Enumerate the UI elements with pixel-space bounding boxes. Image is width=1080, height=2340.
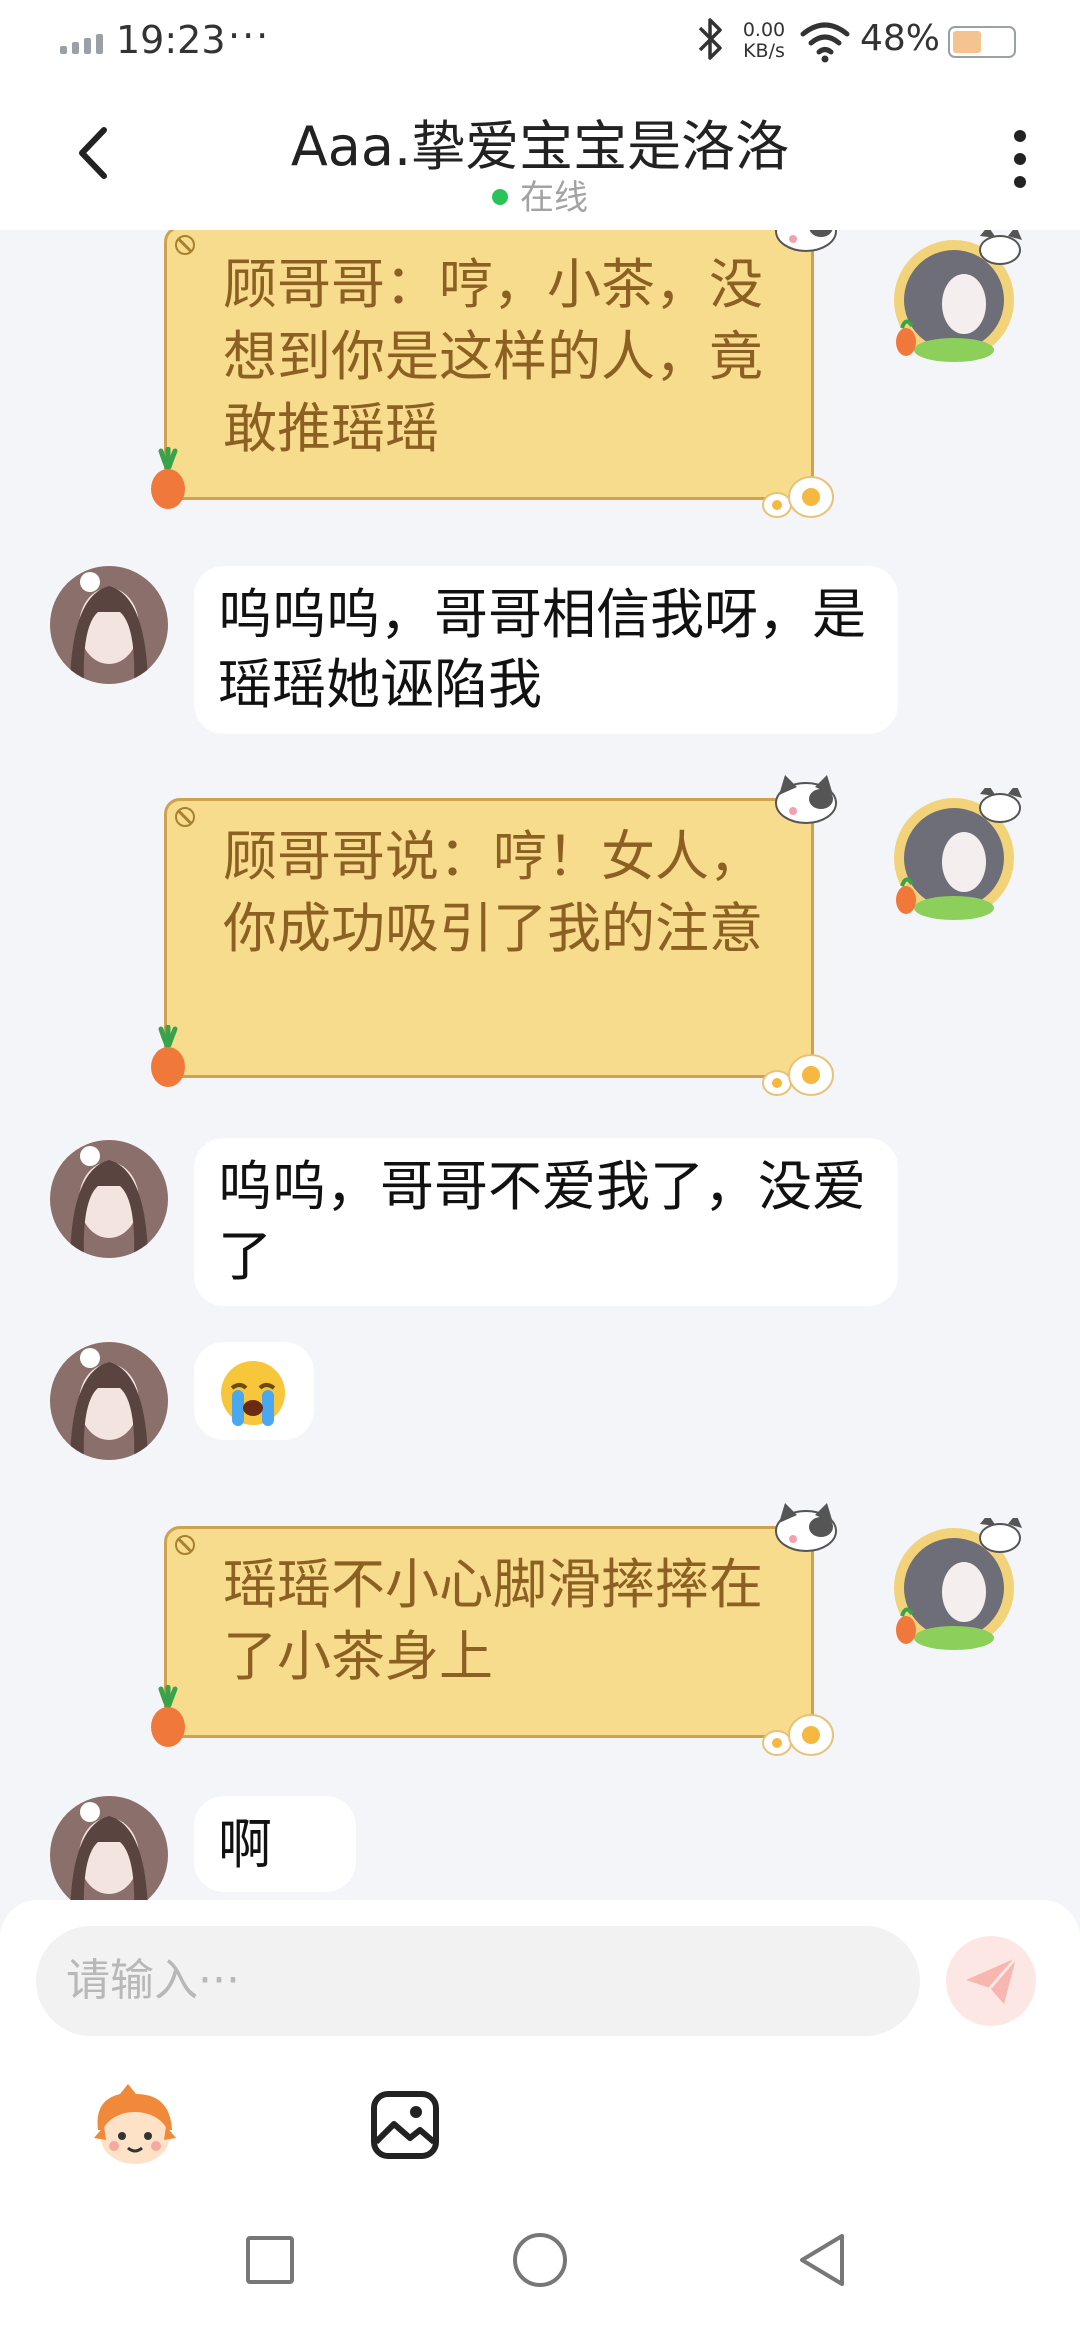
user-avatar[interactable] <box>50 566 168 684</box>
received-message-bubble[interactable]: 啊 ~ <box>194 1796 356 1900</box>
battery-percent: 48% <box>860 18 941 59</box>
status-bar: 19:23 ··· 0.00 KB/s 48% <box>0 0 1080 84</box>
received-message-bubble[interactable]: 呜呜呜，哥哥相信我呀，是瑶瑶她诬陷我 <box>194 566 898 734</box>
message-input[interactable]: 请输入··· <box>36 1926 920 2036</box>
message-list[interactable]: 顾哥哥：哼，小茶，没想到你是这样的人，竟敢推瑶瑶 呜呜呜，哥哥相信我呀，是瑶瑶她… <box>0 230 1080 1900</box>
battery-icon <box>948 26 1016 58</box>
narration-text: 顾哥哥说：哼！女人，你成功吸引了我的注意 <box>223 825 763 960</box>
wifi-icon <box>800 22 850 63</box>
ban-icon <box>175 235 195 255</box>
recent-apps-square-icon[interactable] <box>238 2228 302 2292</box>
cat-sticker-icon <box>775 775 837 824</box>
narrator-avatar[interactable] <box>884 788 1024 928</box>
paper-plane-icon <box>966 1957 1018 2004</box>
system-nav-bar <box>0 2180 1080 2340</box>
message-text: 啊 ~ <box>218 1813 272 1900</box>
home-circle-icon[interactable] <box>508 2228 572 2292</box>
cartoon-face-icon[interactable] <box>90 2080 180 2170</box>
carrot-sticker-icon <box>151 1685 185 1747</box>
received-message-bubble[interactable]: 呜呜，哥哥不爱我了，没爱了 <box>194 1138 898 1306</box>
status-overflow-dots: ··· <box>228 14 271 58</box>
message-text: 呜呜呜，哥哥相信我呀，是瑶瑶她诬陷我 <box>218 583 866 716</box>
ban-icon <box>175 807 195 827</box>
status-time: 19:23 <box>116 18 226 62</box>
bluetooth-icon <box>698 18 722 60</box>
narration-text: 瑶瑶不小心脚滑摔摔在了小茶身上 <box>223 1553 763 1688</box>
message-text: 呜呜，哥哥不爱我了，没爱了 <box>218 1155 866 1288</box>
egg-sticker-icon <box>762 1054 834 1096</box>
carrot-sticker-icon <box>151 447 185 509</box>
ban-icon <box>175 1535 195 1555</box>
carrot-sticker-icon <box>151 1025 185 1087</box>
input-panel: 请输入··· <box>0 1900 1080 2180</box>
signal-icon <box>60 30 106 54</box>
narration-bubble: 顾哥哥：哼，小茶，没想到你是这样的人，竟敢推瑶瑶 <box>151 230 837 518</box>
online-dot-icon <box>492 188 508 205</box>
loudly-crying-face-emoji-icon <box>221 1361 285 1426</box>
back-triangle-icon[interactable] <box>792 2228 856 2292</box>
chat-header: Aaa.挚爱宝宝是洛洛 在线 <box>0 84 1080 230</box>
network-speed-unit: KB/s <box>743 40 785 62</box>
user-avatar[interactable] <box>50 1140 168 1258</box>
send-button[interactable] <box>946 1936 1036 2026</box>
online-status-label: 在线 <box>520 178 588 218</box>
egg-sticker-icon <box>762 1714 834 1756</box>
narrator-avatar[interactable] <box>884 230 1024 370</box>
cat-sticker-icon <box>775 230 837 252</box>
user-avatar[interactable] <box>50 1342 168 1460</box>
message-input-placeholder: 请输入··· <box>66 1955 240 2006</box>
network-speed-value: 0.00 <box>742 19 786 41</box>
received-emoji-bubble[interactable] <box>194 1342 314 1440</box>
narration-bubble: 顾哥哥说：哼！女人，你成功吸引了我的注意 <box>151 775 837 1096</box>
egg-sticker-icon <box>762 476 834 518</box>
narrator-avatar[interactable] <box>884 1518 1024 1658</box>
more-options-icon[interactable] <box>1000 124 1040 194</box>
online-status: 在线 <box>0 170 1080 219</box>
narration-text: 顾哥哥：哼，小茶，没想到你是这样的人，竟敢推瑶瑶 <box>223 253 763 460</box>
network-speed: 0.00 KB/s <box>736 20 792 62</box>
image-icon[interactable] <box>360 2080 450 2170</box>
user-avatar[interactable] <box>50 1796 168 1900</box>
cat-sticker-icon <box>775 1503 837 1552</box>
narration-bubble: 瑶瑶不小心脚滑摔摔在了小茶身上 <box>151 1503 837 1756</box>
